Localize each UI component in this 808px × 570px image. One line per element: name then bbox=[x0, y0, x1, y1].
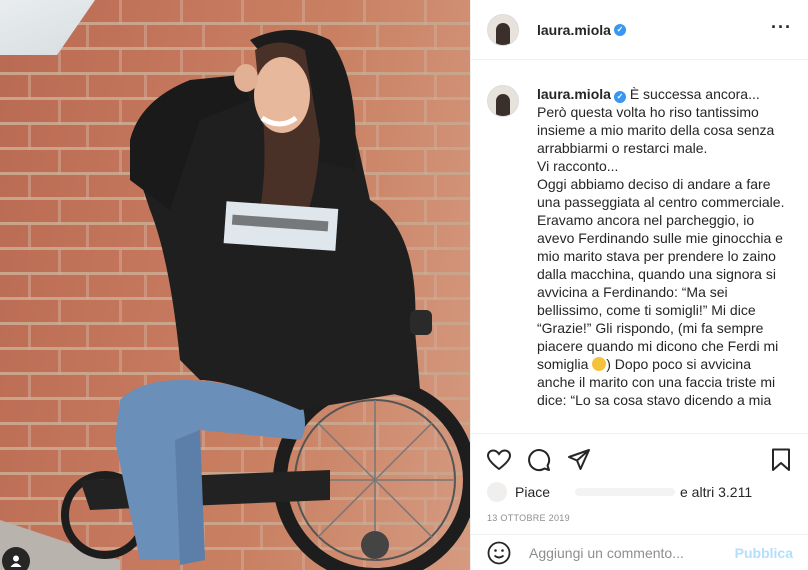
grinning-emoji-icon bbox=[592, 357, 607, 371]
add-comment-bar: Aggiungi un commento... Pubblica bbox=[471, 534, 808, 570]
post-date[interactable]: 13 OTTOBRE 2019 bbox=[487, 513, 570, 523]
bookmark-icon[interactable] bbox=[767, 446, 795, 474]
avatar[interactable] bbox=[487, 13, 519, 46]
heart-icon[interactable] bbox=[485, 446, 513, 474]
paper-plane-icon[interactable] bbox=[565, 446, 593, 474]
username-link[interactable]: laura.miola bbox=[537, 22, 611, 38]
likes-prefix: Piace bbox=[515, 484, 551, 500]
likes-count-link[interactable]: e altri 3.211 bbox=[680, 484, 752, 500]
post-details-panel: laura.miola ✓ ··· laura.miola ✓ È success… bbox=[470, 0, 808, 570]
caption-line-1: È successa ancora... bbox=[629, 86, 760, 102]
comment-icon[interactable] bbox=[525, 446, 553, 474]
post-header: laura.miola ✓ ··· bbox=[471, 0, 808, 60]
caption-line-3: Vi racconto... bbox=[537, 158, 619, 174]
verified-badge-icon: ✓ bbox=[613, 23, 626, 36]
caption-section: laura.miola ✓ È successa ancora... Però q… bbox=[471, 61, 808, 433]
verified-badge-icon: ✓ bbox=[613, 91, 626, 103]
emoji-smile-icon[interactable] bbox=[487, 541, 511, 565]
caption-username[interactable]: laura.miola bbox=[537, 86, 611, 102]
more-options-icon[interactable]: ··· bbox=[771, 17, 792, 38]
comment-input[interactable]: Aggiungi un commento... bbox=[529, 545, 684, 561]
liker-avatar[interactable] bbox=[487, 482, 507, 502]
caption-avatar[interactable] bbox=[487, 85, 519, 117]
post-actions bbox=[471, 433, 808, 485]
post-photo[interactable] bbox=[0, 0, 470, 570]
caption-line-2: Però questa volta ho riso tantissimo ins… bbox=[537, 104, 779, 156]
caption-line-4: Oggi abbiamo deciso di andare a fare una… bbox=[537, 176, 789, 372]
liker-name-placeholder bbox=[575, 488, 675, 496]
caption-text: laura.miola ✓ È successa ancora... Però q… bbox=[537, 85, 785, 433]
woman-in-wheelchair-illustration bbox=[0, 30, 470, 570]
publish-button[interactable]: Pubblica bbox=[735, 545, 793, 561]
user-tag-icon[interactable] bbox=[2, 547, 30, 570]
